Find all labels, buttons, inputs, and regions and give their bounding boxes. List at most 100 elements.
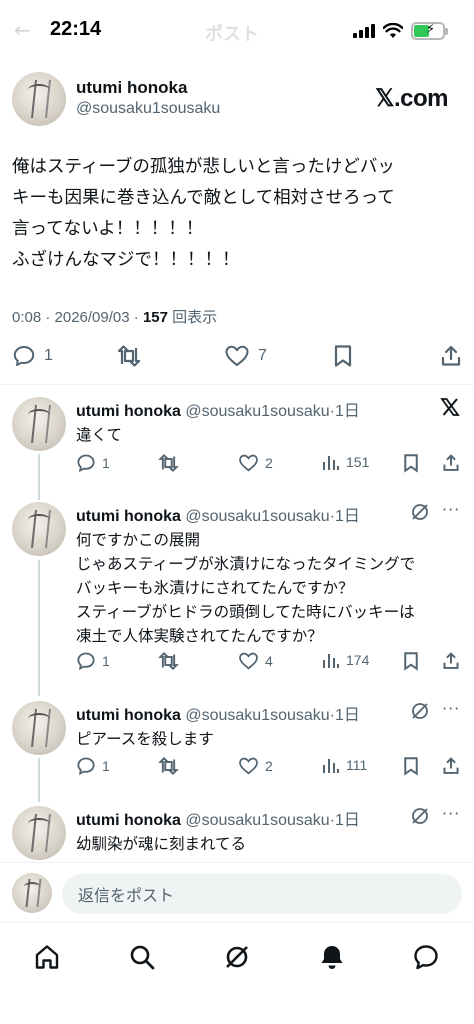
share-button[interactable] <box>442 453 460 473</box>
author-name[interactable]: utumi honoka <box>76 78 187 98</box>
repost-button[interactable] <box>158 756 179 776</box>
reply-text: 違くて <box>76 423 122 447</box>
back-arrow-icon[interactable]: ← <box>14 18 31 42</box>
views-button[interactable]: 174 <box>322 651 369 669</box>
reply-post[interactable]: utumi honoka @sousaku1sousaku·1日 ··· 何です… <box>0 500 474 682</box>
author-handle[interactable]: @sousaku1sousaku <box>181 812 329 829</box>
repost-icon <box>158 651 179 671</box>
grok-icon[interactable] <box>410 502 430 522</box>
view-label: 回表示 <box>167 309 218 326</box>
author-name[interactable]: utumi honoka <box>76 812 181 829</box>
reply-header: utumi honoka @sousaku1sousaku·1日 <box>76 701 360 725</box>
repost-button[interactable] <box>158 453 179 473</box>
bookmark-icon <box>404 652 418 671</box>
reply-post[interactable]: utumi honoka @sousaku1sousaku·1日 違くて 1 2… <box>0 397 474 487</box>
post-text-line: キーも因果に巻き込んで敵として相対させろって <box>12 188 395 208</box>
like-button[interactable]: 2 <box>238 756 273 776</box>
share-button[interactable] <box>442 651 460 671</box>
view-count: 151 <box>346 454 370 470</box>
tab-messages[interactable] <box>406 937 446 977</box>
repost-button[interactable] <box>116 344 142 368</box>
reply-count: 1 <box>102 758 110 774</box>
bookmark-icon <box>404 454 418 473</box>
more-options-icon[interactable]: ··· <box>442 804 460 823</box>
repost-icon <box>117 345 141 367</box>
post-text-line: 言ってないよ！！！！！ <box>12 219 204 239</box>
views-bar-chart-icon <box>323 759 339 773</box>
author-handle[interactable]: @sousaku1sousaku <box>76 100 220 118</box>
tab-home[interactable] <box>27 937 67 977</box>
page-title: ポスト <box>205 24 259 45</box>
grok-icon[interactable] <box>410 701 430 721</box>
reply-text-line: スティーブがヒドラの頭倒してた時にバッキーは <box>76 603 415 621</box>
reply-post[interactable]: utumi honoka @sousaku1sousaku·1日 ··· ピアー… <box>0 699 474 791</box>
reply-text-line: 幼馴染が魂に刻まれてる <box>76 835 247 853</box>
view-count: 111 <box>346 757 368 773</box>
reply-text-line: 凍土で人体実験されてたんですか？ <box>76 627 323 645</box>
heart-icon <box>239 454 258 472</box>
main-post-actions: 1 7 <box>0 340 474 376</box>
views-button[interactable]: 111 <box>322 756 367 774</box>
like-count: 7 <box>258 347 267 364</box>
grok-icon[interactable] <box>410 806 430 826</box>
reply-input[interactable]: 返信をポスト <box>62 874 462 914</box>
share-button[interactable] <box>440 344 462 368</box>
author-name[interactable]: utumi honoka <box>76 403 181 420</box>
bookmark-button[interactable] <box>332 344 354 368</box>
share-icon <box>443 454 459 471</box>
avatar[interactable] <box>12 873 52 913</box>
author-handle[interactable]: @sousaku1sousaku <box>181 403 329 420</box>
bookmark-icon <box>404 757 418 776</box>
post-time: ·1日 <box>329 707 360 724</box>
reply-text-line: ピアースを殺します <box>76 730 214 748</box>
bookmark-button[interactable] <box>402 453 420 473</box>
heart-icon <box>239 652 258 670</box>
like-button[interactable]: 4 <box>238 651 273 671</box>
status-bar: ← 22:14 ポスト ⚡ <box>0 0 474 64</box>
tab-grok[interactable] <box>217 937 257 977</box>
avatar[interactable] <box>12 397 66 451</box>
reply-post[interactable]: utumi honoka @sousaku1sousaku·1日 ··· 幼馴染… <box>0 804 474 862</box>
author-name[interactable]: utumi honoka <box>76 707 181 724</box>
views-button[interactable]: 151 <box>322 453 369 471</box>
like-button[interactable]: 2 <box>238 453 273 473</box>
more-options-icon[interactable]: ··· <box>442 699 460 718</box>
share-button[interactable] <box>442 756 460 776</box>
avatar[interactable] <box>12 701 66 755</box>
tab-search[interactable] <box>122 937 162 977</box>
divider <box>0 384 474 385</box>
x-logo-icon <box>440 398 460 416</box>
reply-text-line: 違くて <box>76 426 123 444</box>
battery-icon: ⚡ <box>411 22 448 40</box>
bell-icon <box>321 946 343 969</box>
post-text-line: ふざけんなマジで！！！！！ <box>12 250 240 270</box>
author-handle[interactable]: @sousaku1sousaku <box>181 707 329 724</box>
bookmark-button[interactable] <box>402 651 420 671</box>
author-handle[interactable]: @sousaku1sousaku <box>181 508 329 525</box>
avatar[interactable] <box>12 806 66 860</box>
like-count: 2 <box>265 455 273 471</box>
reply-button[interactable]: 1 <box>76 453 110 473</box>
grok-icon <box>226 946 248 968</box>
reply-text-line: バッキーも氷漬けにされてたんですか？ <box>76 579 354 597</box>
like-button[interactable]: 7 <box>224 344 267 368</box>
bookmark-button[interactable] <box>402 756 420 776</box>
reply-header: utumi honoka @sousaku1sousaku·1日 <box>76 806 360 830</box>
avatar[interactable] <box>12 72 66 126</box>
reply-button[interactable]: 1 <box>12 344 53 368</box>
bookmark-icon <box>334 345 352 367</box>
more-options-icon[interactable]: ··· <box>442 500 460 519</box>
reply-count: 1 <box>102 653 110 669</box>
reply-text: 何ですかこの展開 じゃあスティーブが氷漬けになったタイミングで バッキーも氷漬け… <box>76 528 415 648</box>
repost-button[interactable] <box>158 651 179 671</box>
share-icon <box>443 652 459 669</box>
reply-button[interactable]: 1 <box>76 651 110 671</box>
avatar[interactable] <box>12 502 66 556</box>
reply-button[interactable]: 1 <box>76 756 110 776</box>
view-count: 157 <box>142 309 168 326</box>
tab-notifications[interactable] <box>312 937 352 977</box>
author-name[interactable]: utumi honoka <box>76 508 181 525</box>
like-count: 2 <box>265 758 273 774</box>
home-icon <box>35 945 59 969</box>
reply-icon <box>77 652 95 671</box>
